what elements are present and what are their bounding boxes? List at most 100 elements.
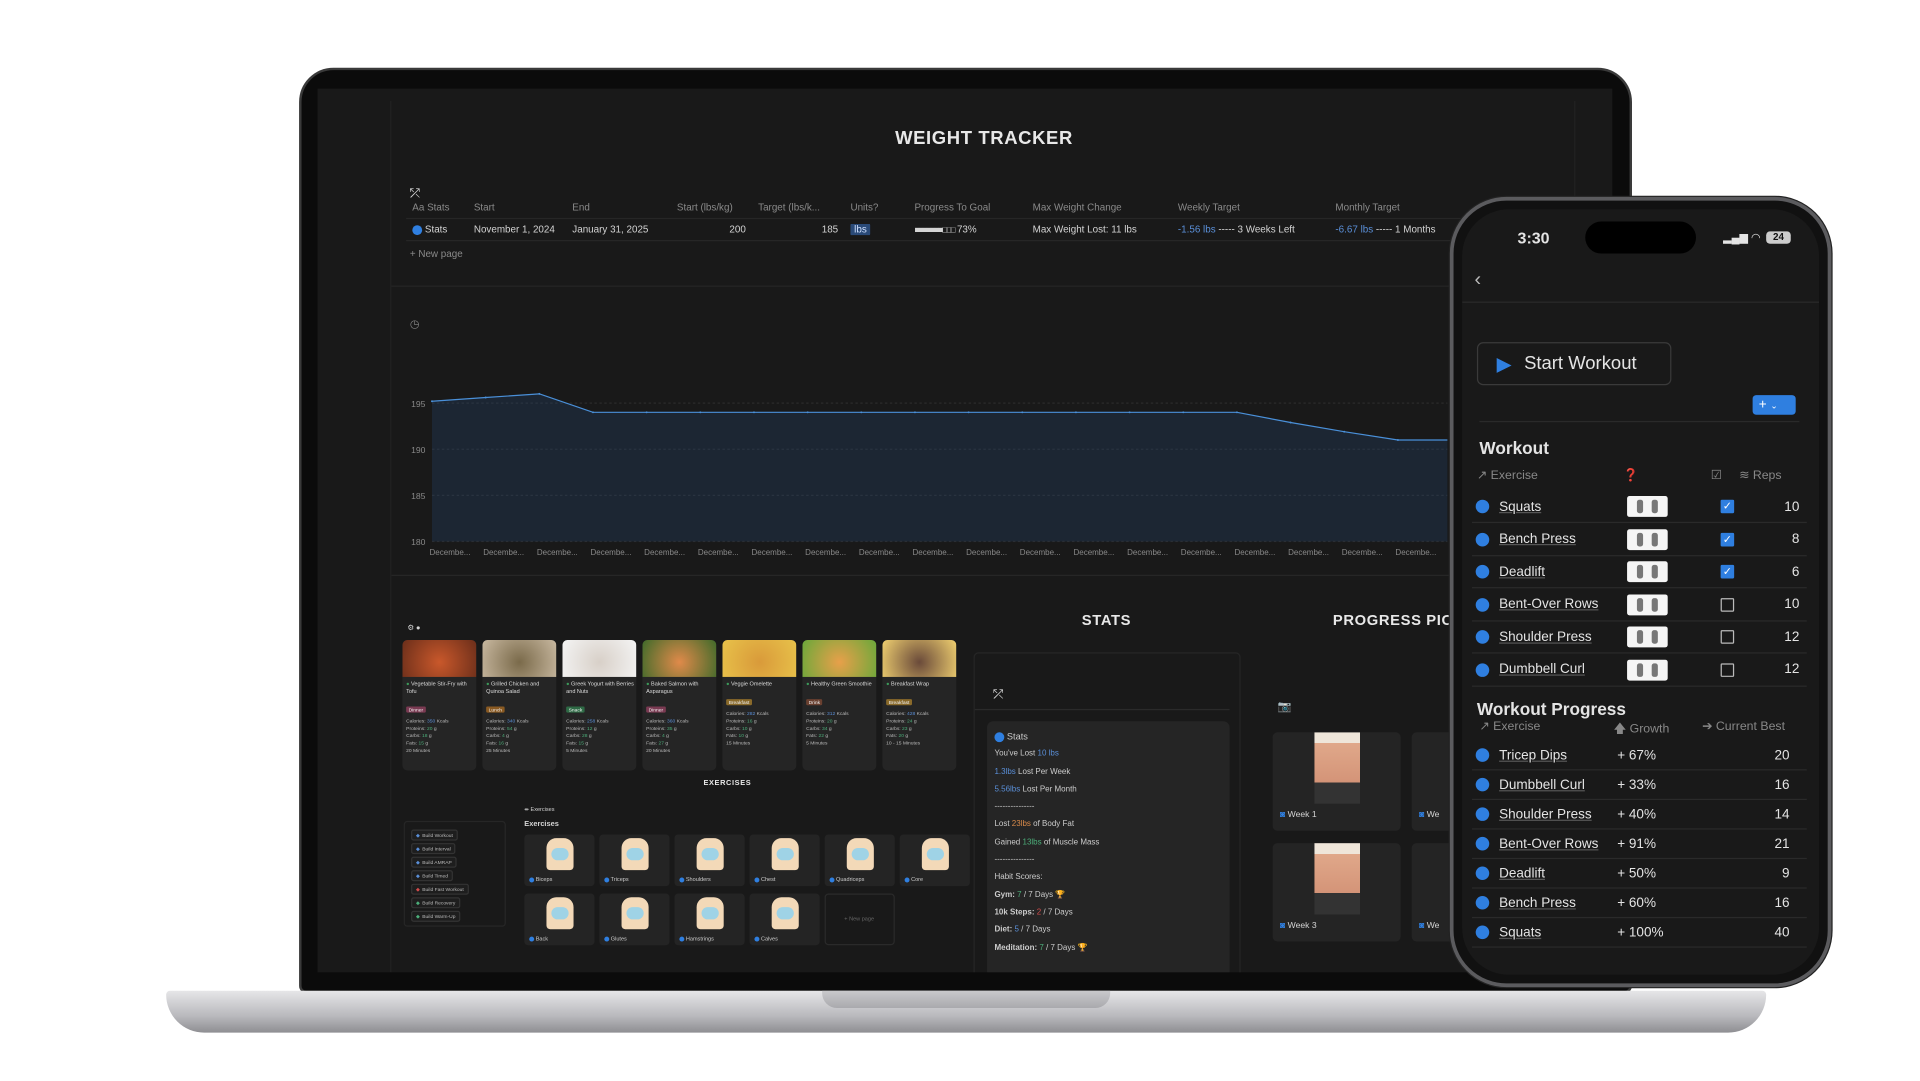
exercise-name[interactable]: Tricep Dips <box>1499 748 1617 763</box>
pic-name: We <box>1426 921 1440 931</box>
build-button[interactable]: ◆ Build AMRAP <box>411 856 457 868</box>
gallery-view-icon[interactable]: ⚙ ● <box>407 624 420 632</box>
reps-value: 12 <box>1784 662 1800 677</box>
build-button[interactable]: ◆ Build Recovery <box>411 897 461 909</box>
back-button[interactable]: ‹ <box>1474 270 1481 292</box>
unit: g <box>505 739 509 746</box>
column-header[interactable]: Start (lbs/kg) <box>671 202 752 213</box>
meal-card[interactable]: ● Baked Salmon with Asparagus Dinner Calor… <box>642 640 717 771</box>
build-button[interactable]: ◆ Build Workout <box>411 829 458 841</box>
exercise-name[interactable]: Squats <box>1499 925 1617 940</box>
meal-tag: Dinner <box>646 706 666 713</box>
exercise-tile[interactable]: Shoulders <box>674 834 745 887</box>
column-header[interactable]: Aa Stats <box>406 202 468 213</box>
exercise-tile[interactable]: Quadriceps <box>824 834 895 887</box>
done-checkbox[interactable]: ✓ <box>1720 564 1735 579</box>
meal-card[interactable]: ● Healthy Green Smoothie Drink Calories: 3… <box>802 640 877 771</box>
progress-row[interactable]: Bent-Over Rows + 91% 21 <box>1472 830 1807 860</box>
tile-label: Calves <box>754 935 778 942</box>
progress-row[interactable]: Tricep Dips + 67% 20 <box>1472 741 1807 771</box>
meal-card[interactable]: ● Breakfast Wrap Breakfast Calories: 428 K… <box>882 640 957 771</box>
workout-row[interactable]: Dumbbell Curl 12 <box>1472 654 1807 687</box>
x-tick-label: Decembe... <box>1342 548 1383 557</box>
exercise-name[interactable]: Bench Press <box>1499 532 1627 547</box>
battery-icon: 24 <box>1766 231 1791 244</box>
meal-time: 20 Minutes <box>406 747 431 754</box>
exercise-name[interactable]: Deadlift <box>1499 564 1627 579</box>
stats-text: You've Lost <box>994 749 1038 759</box>
workout-row[interactable]: Shoulder Press 12 <box>1472 622 1807 654</box>
build-button[interactable]: ◆ Build Fast Workout <box>411 883 469 895</box>
build-label: Build Interval <box>422 845 451 852</box>
meal-card[interactable]: ● Veggie Omelette Breakfast Calories: 282 … <box>722 640 797 771</box>
exercise-tile[interactable]: Glutes <box>599 893 670 946</box>
column-header[interactable]: Monthly Target <box>1329 202 1464 213</box>
progress-pic-card[interactable]: ◙ Week 3 <box>1272 843 1401 942</box>
chevron-down-icon[interactable]: ⌄ <box>1770 402 1777 411</box>
exercise-name[interactable]: Dumbbell Curl <box>1499 662 1627 677</box>
meal-card[interactable]: ● Greek Yogurt with Berries and Nuts Snac… <box>562 640 637 771</box>
x-tick-label: Decembe... <box>966 548 1007 557</box>
done-checkbox[interactable] <box>1720 630 1735 644</box>
new-page-button[interactable]: + New page <box>410 249 463 260</box>
progress-row[interactable]: Bench Press + 60% 16 <box>1472 889 1807 919</box>
workout-row[interactable]: Deadlift ✓ 6 <box>1472 556 1807 589</box>
muscle-image <box>696 838 724 871</box>
meal-name: Breakfast Wrap <box>891 680 930 687</box>
exercise-tile[interactable]: Hamstrings <box>674 893 745 946</box>
progress-row[interactable]: Dumbbell Curl + 33% 16 <box>1472 770 1807 801</box>
stats-text: of Body Fat <box>1030 820 1075 829</box>
exercise-tile[interactable]: Back <box>524 893 595 946</box>
value: 4 <box>502 732 505 739</box>
start-workout-button[interactable]: ▶ Start Workout <box>1476 342 1672 386</box>
meal-card[interactable]: ● Grilled Chicken and Quinoa Salad Lunch C… <box>482 640 557 771</box>
new-page-tile[interactable]: + New page <box>824 893 895 946</box>
progress-pic-card[interactable]: ◙ Week 1 <box>1272 732 1401 831</box>
x-tick-label: Decembe... <box>912 548 953 557</box>
exercise-tile[interactable]: Calves <box>749 893 820 946</box>
exercises-db-link[interactable]: ⇹ Exercises <box>524 806 554 813</box>
progress-row[interactable]: Squats + 100% 40 <box>1472 918 1807 948</box>
workout-row[interactable]: Bent-Over Rows 10 <box>1472 589 1807 621</box>
row-name[interactable]: Stats <box>425 224 447 235</box>
build-button[interactable]: ◆ Build Timed <box>411 870 453 882</box>
column-header[interactable]: Units? <box>844 202 908 213</box>
pic-label: ◙ Week 3 <box>1280 922 1317 931</box>
column-header[interactable]: Weekly Target <box>1172 202 1330 213</box>
exercise-tile[interactable]: Biceps <box>524 834 595 887</box>
column-header[interactable]: Start <box>468 202 566 213</box>
build-button[interactable]: ◆ Build Interval <box>411 843 456 855</box>
column-header[interactable]: Target (lbs/k... <box>752 202 844 213</box>
table-row[interactable]: Stats November 1, 2024 January 31, 2025 … <box>406 219 1465 242</box>
exercise-name[interactable]: Shoulder Press <box>1499 807 1617 822</box>
exercise-tile[interactable]: Core <box>899 834 970 887</box>
workout-row[interactable]: Bench Press ✓ 8 <box>1472 524 1807 556</box>
done-checkbox[interactable]: ✓ <box>1720 532 1735 546</box>
stats-card[interactable]: Stats You've Lost 10 lbs 1.3lbs Lost Per … <box>987 721 1230 973</box>
column-header[interactable]: End <box>566 202 671 213</box>
exercise-name[interactable]: Dumbbell Curl <box>1499 777 1617 792</box>
exercise-name[interactable]: Bent-Over Rows <box>1499 836 1617 851</box>
done-checkbox[interactable] <box>1720 597 1735 612</box>
exercise-name[interactable]: Bent-Over Rows <box>1499 597 1627 612</box>
data-point <box>752 411 755 414</box>
exercise-name[interactable]: Deadlift <box>1499 866 1617 881</box>
tile-label: Glutes <box>604 935 627 942</box>
column-header[interactable]: Progress To Goal <box>908 202 1026 213</box>
build-button[interactable]: ◆ Build Warm-Up <box>411 910 461 922</box>
table-header: Aa Stats Start End Start (lbs/kg) Target (lb… <box>406 197 1465 220</box>
meal-card[interactable]: ● Vegetable Stir-Fry with Tofu Dinner Calo… <box>402 640 477 771</box>
column-header[interactable]: Max Weight Change <box>1026 202 1171 213</box>
done-checkbox[interactable] <box>1720 662 1735 677</box>
exercise-name[interactable]: Shoulder Press <box>1499 630 1627 645</box>
progress-row[interactable]: Deadlift + 50% 9 <box>1472 859 1807 889</box>
exercise-tile[interactable]: Chest <box>749 834 820 887</box>
exercise-name[interactable]: Bench Press <box>1499 895 1617 910</box>
done-checkbox[interactable]: ✓ <box>1720 499 1735 514</box>
exercise-tile[interactable]: Triceps <box>599 834 670 887</box>
workout-row[interactable]: Squats ✓ 10 <box>1472 491 1807 524</box>
progress-row[interactable]: Shoulder Press + 40% 14 <box>1472 800 1807 830</box>
exercise-name[interactable]: Squats <box>1499 499 1627 514</box>
add-button[interactable]: + ⌄ <box>1752 395 1796 415</box>
data-point <box>592 411 594 414</box>
